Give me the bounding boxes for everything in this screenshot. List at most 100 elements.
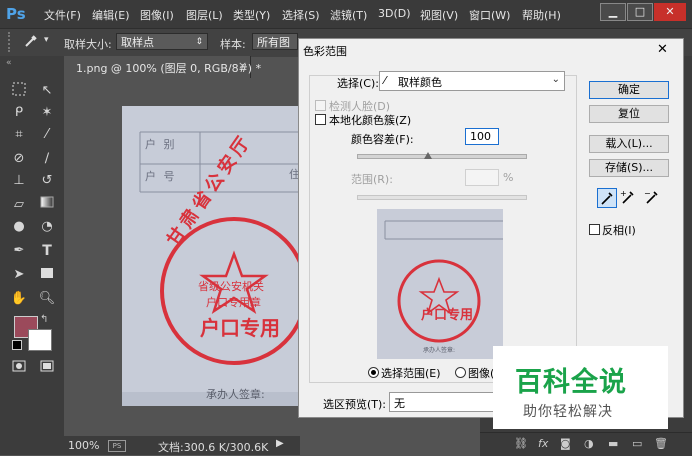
delete-layer-icon[interactable]: 🗑︎ [654, 437, 668, 450]
path-selection-icon[interactable]: ➤ [10, 266, 28, 284]
close-tab-icon[interactable]: × [238, 59, 247, 72]
sample-label: 样本: [220, 38, 246, 51]
select-dropdown[interactable]: ⁄ 取样颜色 ⌄ [379, 71, 565, 91]
chevron-down-icon: ⌄ [551, 74, 560, 85]
preview-big-text: 户口专用 [421, 307, 473, 323]
status-share-icon[interactable]: PS [108, 440, 126, 452]
menu-file[interactable]: 文件(F) [44, 7, 81, 23]
add-mask-icon[interactable]: ◙ [560, 437, 571, 450]
menu-edit[interactable]: 编辑(E) [92, 7, 130, 23]
fuzziness-slider[interactable] [357, 154, 527, 159]
image-radio-label: 图像( [468, 367, 495, 380]
stamp-big-text: 户口专用 [200, 316, 280, 340]
dialog-close-icon[interactable]: ✕ [657, 42, 668, 57]
zoom-tool-icon[interactable]: 🔍︎ [38, 290, 56, 308]
sample-size-label: 取样大小: [64, 38, 112, 51]
save-button[interactable]: 存储(S)... [589, 159, 669, 177]
stamp-footer-text: 承办人签章: [206, 388, 265, 401]
minimize-button[interactable]: ▁ [600, 3, 626, 21]
menu-window[interactable]: 窗口(W) [469, 7, 510, 23]
menu-image[interactable]: 图像(I) [140, 7, 174, 23]
stamp-row1-text: 户 别 [145, 138, 177, 151]
status-menu-arrow-icon[interactable]: ▶ [276, 438, 284, 449]
sample-select[interactable]: 所有图层 [252, 33, 298, 50]
range-slider[interactable] [357, 195, 527, 200]
stamp-row2-text: 户 号 [145, 170, 177, 183]
link-layers-icon[interactable]: ⛓ [514, 437, 528, 450]
new-layer-icon[interactable]: ▭ [632, 437, 642, 450]
localized-clusters-checkbox[interactable] [315, 114, 326, 125]
preview-footer-text: 承办人签章: [423, 346, 455, 354]
invert-checkbox[interactable] [589, 224, 600, 235]
detect-faces-checkbox[interactable] [315, 100, 326, 111]
document-tab[interactable]: 1.png @ 100% (图层 0, RGB/8#) * × [64, 56, 261, 78]
range-input[interactable] [465, 169, 499, 186]
blur-tool-icon[interactable]: ● [10, 218, 28, 236]
eraser-tool-icon[interactable]: ▱ [10, 196, 28, 214]
menu-help[interactable]: 帮助(H) [522, 7, 561, 23]
marquee-tool-icon[interactable] [10, 82, 28, 100]
eyedropper-minus-icon[interactable]: − [643, 188, 661, 206]
lasso-tool-icon[interactable]: ᑭ [10, 104, 28, 122]
new-group-icon[interactable]: ▬ [608, 437, 618, 450]
photoshop-logo: Ps [6, 5, 26, 23]
type-tool-icon[interactable]: T [38, 242, 56, 260]
quick-mask-icon[interactable] [10, 360, 28, 378]
menu-view[interactable]: 视图(V) [420, 7, 458, 23]
history-brush-icon[interactable]: ↺ [38, 172, 56, 190]
brush-tool-icon[interactable]: ∕ [38, 150, 56, 168]
crop-tool-icon[interactable]: ⌗ [10, 126, 28, 144]
fuzziness-slider-thumb[interactable] [423, 152, 432, 159]
selection-preview-label: 选区预览(T): [323, 398, 387, 411]
shape-tool-icon[interactable] [38, 266, 56, 284]
screen-mode-icon[interactable] [38, 360, 56, 378]
menu-select[interactable]: 选择(S) [282, 7, 320, 23]
close-window-button[interactable]: ✕ [654, 3, 686, 21]
fuzziness-value: 100 [470, 130, 491, 143]
menu-bar: Ps 文件(F) 编辑(E) 图像(I) 图层(L) 类型(Y) 选择(S) 滤… [0, 0, 692, 28]
move-tool-icon[interactable]: ↖ [38, 82, 56, 100]
selection-preview-image: 户口专用 承办人签章: [377, 209, 503, 359]
eyedropper-plus-icon[interactable]: + [619, 188, 637, 206]
menu-type[interactable]: 类型(Y) [233, 7, 270, 23]
menu-filter[interactable]: 滤镜(T) [330, 7, 367, 23]
selection-radio[interactable] [368, 367, 379, 378]
dodge-tool-icon[interactable]: ◔ [38, 218, 56, 236]
maximize-button[interactable]: □ [627, 3, 653, 21]
selection-preview-select[interactable]: 无 [389, 392, 501, 412]
menu-3d[interactable]: 3D(D) [378, 7, 411, 20]
fx-icon[interactable]: fx [538, 437, 548, 450]
svg-text:+: + [620, 189, 627, 198]
swap-colors-icon[interactable]: ↰ [40, 314, 48, 325]
sample-size-select[interactable]: 取样点 ⇕ [116, 33, 208, 50]
default-colors-icon[interactable] [12, 340, 22, 350]
watermark: 百科全说 助你轻松解决 [493, 346, 668, 429]
menu-layer[interactable]: 图层(L) [186, 7, 223, 23]
collapse-panel-icon[interactable]: « [6, 58, 12, 68]
range-unit: % [503, 171, 514, 184]
ok-button[interactable]: 确定 [589, 81, 669, 99]
hand-tool-icon[interactable]: ✋ [10, 290, 28, 308]
watermark-subtitle: 助你轻松解决 [523, 404, 613, 420]
load-button[interactable]: 载入(L)... [589, 135, 669, 153]
eyedropper-sample-icon[interactable] [597, 188, 617, 208]
fuzziness-input[interactable]: 100 [465, 128, 499, 145]
select-label: 选择(C): [337, 77, 379, 90]
sample-size-value: 取样点 [121, 36, 154, 49]
reset-button[interactable]: 复位 [589, 105, 669, 123]
tool-preset-chevron-icon[interactable]: ▾ [44, 35, 49, 45]
gradient-tool-icon[interactable] [38, 196, 56, 214]
clone-stamp-icon[interactable]: ⊥ [10, 172, 28, 190]
eyedropper-tool-icon[interactable]: ⁄ [38, 126, 56, 144]
healing-brush-icon[interactable]: ⊘ [10, 150, 28, 168]
eyedropper-icon[interactable] [22, 33, 40, 51]
pen-tool-icon[interactable]: ✒ [10, 242, 28, 260]
magic-wand-icon[interactable]: ✶ [38, 104, 56, 122]
dialog-title: 色彩范围 [303, 45, 347, 58]
image-radio[interactable] [455, 367, 466, 378]
background-color-swatch[interactable] [28, 329, 52, 351]
adjustment-layer-icon[interactable]: ◑ [584, 437, 594, 450]
zoom-level[interactable]: 100% [68, 439, 99, 452]
grip-handle[interactable] [8, 32, 14, 52]
document-tab-title: 1.png @ 100% (图层 0, RGB/8#) * [76, 62, 262, 75]
